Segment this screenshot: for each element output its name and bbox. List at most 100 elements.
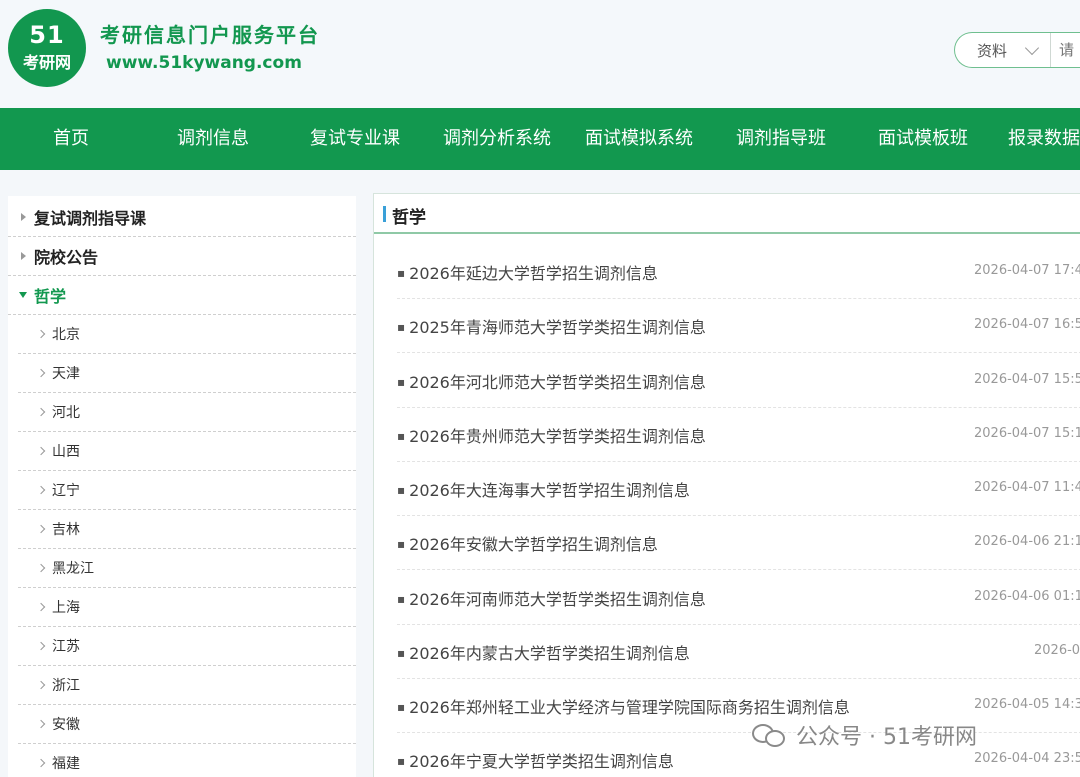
sidebar-region-item[interactable]: 北京 [18, 315, 356, 354]
chevron-right-icon [36, 641, 46, 651]
sidebar-region-item[interactable]: 辽宁 [18, 471, 356, 510]
article-date: 2026-0 [1034, 643, 1080, 658]
article-date: 2026-04-07 11:4 [974, 480, 1080, 495]
site-slogan: 考研信息门户服务平台 [100, 23, 320, 47]
chevron-right-icon [36, 485, 46, 495]
site-header: 51 考研网 考研信息门户服务平台 www.51kywang.com 资料 [0, 0, 1080, 108]
article-title-link[interactable]: 2026年安徽大学哲学招生调剂信息 [397, 531, 658, 555]
article-row[interactable]: 2026年延边大学哲学招生调剂信息 2026-04-07 17:4 [397, 245, 1080, 299]
region-label: 上海 [52, 600, 80, 616]
sidebar-category-active[interactable]: 哲学 [8, 276, 356, 315]
nav-item-admission-data[interactable]: 报录数据 [994, 108, 1080, 170]
region-label: 浙江 [52, 678, 80, 694]
region-label: 北京 [52, 327, 80, 343]
nav-item-interview-sim[interactable]: 面试模拟系统 [568, 108, 710, 170]
region-label: 黑龙江 [52, 561, 94, 577]
article-row[interactable]: 2026年贵州师范大学哲学类招生调剂信息 2026-04-07 15:1 [397, 408, 1080, 462]
article-date: 2026-04-06 21:1 [974, 534, 1080, 549]
wechat-watermark: 公众号 · 51考研网 [752, 720, 977, 750]
region-label: 福建 [52, 756, 80, 772]
article-row[interactable]: 2026年郑州轻工业大学经济与管理学院国际商务招生调剂信息 2026-04-05 … [397, 679, 1080, 733]
chevron-right-icon [36, 719, 46, 729]
region-label: 辽宁 [52, 483, 80, 499]
article-title-link[interactable]: 2026年贵州师范大学哲学类招生调剂信息 [397, 423, 706, 447]
article-title-link[interactable]: 2026年宁夏大学哲学类招生调剂信息 [397, 748, 674, 772]
chevron-down-icon [1024, 40, 1040, 56]
article-row[interactable]: 2026年河南师范大学哲学类招生调剂信息 2026-04-06 01:1 [397, 571, 1080, 625]
sidebar-region-item[interactable]: 黑龙江 [18, 549, 356, 588]
search-input[interactable] [1059, 39, 1080, 61]
sidebar-category-label: 复试调剂指导课 [34, 209, 147, 228]
nav-item-adjust-analysis[interactable]: 调剂分析系统 [426, 108, 568, 170]
site-logo[interactable]: 51 考研网 [8, 9, 86, 87]
caret-right-icon [21, 213, 26, 221]
nav-item-adjust-info[interactable]: 调剂信息 [142, 108, 284, 170]
article-title-link[interactable]: 2026年内蒙古大学哲学类招生调剂信息 [397, 640, 690, 664]
article-date: 2026-04-07 17:4 [974, 263, 1080, 278]
article-row[interactable]: 2026年内蒙古大学哲学类招生调剂信息 2026-0 [397, 625, 1080, 679]
sidebar-region-item[interactable]: 浙江 [18, 666, 356, 705]
chevron-right-icon [36, 407, 46, 417]
article-row[interactable]: 2025年青海师范大学哲学类招生调剂信息 2026-04-07 16:5 [397, 299, 1080, 353]
site-url: www.51kywang.com [106, 53, 302, 73]
region-label: 吉林 [52, 522, 80, 538]
article-date: 2026-04-07 15:1 [974, 426, 1080, 441]
article-title-link[interactable]: 2026年河北师范大学哲学类招生调剂信息 [397, 369, 706, 393]
article-title-link[interactable]: 2026年延边大学哲学招生调剂信息 [397, 260, 658, 284]
nav-item-interview-template[interactable]: 面试模板班 [852, 108, 994, 170]
article-date: 2026-04-06 01:1 [974, 589, 1080, 604]
chevron-right-icon [36, 368, 46, 378]
search-category-select[interactable]: 资料 [955, 33, 1051, 67]
chevron-right-icon [36, 563, 46, 573]
region-label: 山西 [52, 444, 80, 460]
watermark-text: 公众号 · 51考研网 [796, 725, 977, 750]
caret-right-icon [21, 252, 26, 260]
nav-item-retest-course[interactable]: 复试专业课 [284, 108, 426, 170]
search-category-label: 资料 [977, 41, 1008, 60]
sidebar-region-item[interactable]: 河北 [18, 393, 356, 432]
panel-header: 哲学 [374, 194, 1080, 234]
article-title-link[interactable]: 2025年青海师范大学哲学类招生调剂信息 [397, 314, 706, 338]
article-date: 2026-04-07 16:5 [974, 317, 1080, 332]
sidebar-region-item[interactable]: 江苏 [18, 627, 356, 666]
article-row[interactable]: 2026年河北师范大学哲学类招生调剂信息 2026-04-07 15:5 [397, 354, 1080, 408]
sidebar-category[interactable]: 院校公告 [8, 237, 356, 276]
category-sidebar: 复试调剂指导课 院校公告 哲学 北京 天津 河北 山西 辽宁 吉林 黑龙江 上海… [8, 196, 356, 777]
article-row[interactable]: 2026年安徽大学哲学招生调剂信息 2026-04-06 21:1 [397, 516, 1080, 570]
main-nav: 首页 调剂信息 复试专业课 调剂分析系统 面试模拟系统 调剂指导班 面试模板班 … [0, 108, 1080, 170]
panel-title: 哲学 [392, 208, 426, 228]
chevron-right-icon [36, 758, 46, 768]
sidebar-region-item[interactable]: 山西 [18, 432, 356, 471]
article-title-link[interactable]: 2026年郑州轻工业大学经济与管理学院国际商务招生调剂信息 [397, 694, 850, 718]
logo-number: 51 [29, 21, 65, 49]
chevron-right-icon [36, 602, 46, 612]
region-label: 天津 [52, 366, 80, 382]
nav-item-home[interactable]: 首页 [0, 108, 142, 170]
sidebar-region-item[interactable]: 福建 [18, 744, 356, 777]
sidebar-category-label: 哲学 [34, 287, 67, 306]
article-title-link[interactable]: 2026年大连海事大学哲学招生调剂信息 [397, 477, 690, 501]
wechat-icon [752, 721, 790, 749]
sidebar-region-item[interactable]: 安徽 [18, 705, 356, 744]
article-date: 2026-04-07 15:5 [974, 372, 1080, 387]
region-label: 安徽 [52, 717, 80, 733]
article-panel: 哲学 2026年延边大学哲学招生调剂信息 2026-04-07 17:4 2025… [373, 193, 1080, 777]
chevron-right-icon [36, 680, 46, 690]
article-date: 2026-04-04 23:5 [974, 751, 1080, 766]
sidebar-category-label: 院校公告 [34, 248, 99, 267]
sidebar-region-item[interactable]: 天津 [18, 354, 356, 393]
article-row[interactable]: 2026年大连海事大学哲学招生调剂信息 2026-04-07 11:4 [397, 462, 1080, 516]
article-date: 2026-04-05 14:3 [974, 697, 1080, 712]
chevron-right-icon [36, 329, 46, 339]
nav-item-adjust-guide[interactable]: 调剂指导班 [710, 108, 852, 170]
article-title-link[interactable]: 2026年河南师范大学哲学类招生调剂信息 [397, 586, 706, 610]
caret-down-icon [19, 292, 27, 298]
sidebar-region-item[interactable]: 上海 [18, 588, 356, 627]
article-row[interactable]: 2026年宁夏大学哲学类招生调剂信息 2026-04-04 23:5 [397, 733, 1080, 777]
title-accent-bar [383, 206, 386, 222]
region-label: 河北 [52, 405, 80, 421]
sidebar-region-item[interactable]: 吉林 [18, 510, 356, 549]
sidebar-category[interactable]: 复试调剂指导课 [8, 198, 356, 237]
search-box: 资料 [954, 32, 1080, 68]
chevron-right-icon [36, 524, 46, 534]
